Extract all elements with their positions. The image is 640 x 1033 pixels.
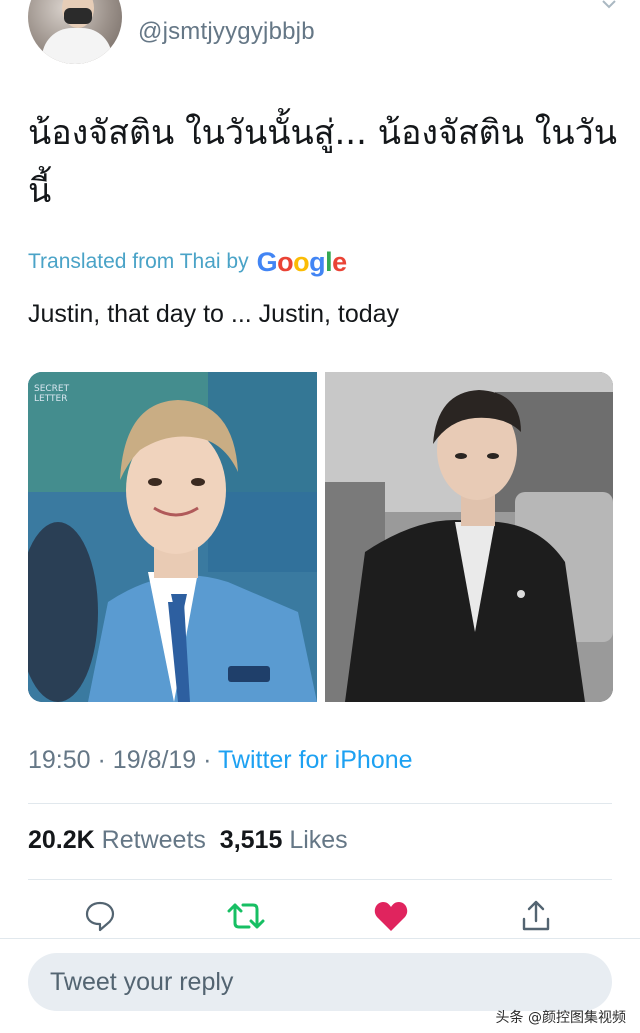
translation-attribution: Translated from Thai by Google [28,242,347,282]
source-link[interactable]: Twitter for iPhone [218,746,413,774]
username[interactable]: @jsmtjyygyjbbjb [138,18,315,46]
share-icon [522,900,550,931]
share-button[interactable] [514,894,558,938]
speech-bubble-icon [85,901,115,932]
photo-right[interactable] [325,372,613,702]
photo-left-illustration [28,372,317,702]
heart-icon [374,902,408,931]
photo-left[interactable]: SECRET LETTER [28,372,317,702]
tweet-actions [0,894,640,938]
tweet-time: 19:50 [28,746,91,774]
separator-dot: · [203,746,212,774]
tweet-text: น้องจัสติน ในวันนั้นสู่... น้องจัสติน ใน… [28,113,617,211]
retweets-count[interactable]: 20.2K [28,826,95,854]
tweet-header: @jsmtjyygyjbbjb [0,0,640,80]
retweets-label[interactable]: Retweets [102,826,206,854]
google-logo: Google [256,246,348,277]
translated-from-label: Translated from Thai by [28,250,249,273]
photo-watermark: SECRET LETTER [34,384,69,404]
separator-dot: · [97,746,106,774]
tweet-date: 19/8/19 [112,746,197,774]
likes-count[interactable]: 3,515 [220,826,283,854]
retweet-icon [227,903,265,929]
divider [28,879,612,880]
like-button[interactable] [369,894,413,938]
retweet-button[interactable] [224,894,268,938]
display-name-cropped [138,0,278,6]
tweet-stats: 20.2K Retweets 3,515 Likes [28,826,348,855]
avatar[interactable] [28,0,122,64]
chevron-down-icon[interactable] [602,0,616,10]
tweet-media[interactable]: SECRET LETTER [28,372,613,702]
photo-right-illustration [325,372,613,702]
translated-text: Justin, that day to ... Justin, today [28,300,400,328]
reply-input[interactable] [28,953,612,1011]
reply-button[interactable] [78,894,122,938]
source-watermark: 头条 @颜控图集视频 [495,1010,626,1026]
reply-bar: 头条 @颜控图集视频 [0,938,640,1033]
divider [28,803,612,804]
tweet-timestamp: 19:50 · 19/8/19 · Twitter for iPhone [28,746,413,775]
likes-label[interactable]: Likes [289,826,347,854]
